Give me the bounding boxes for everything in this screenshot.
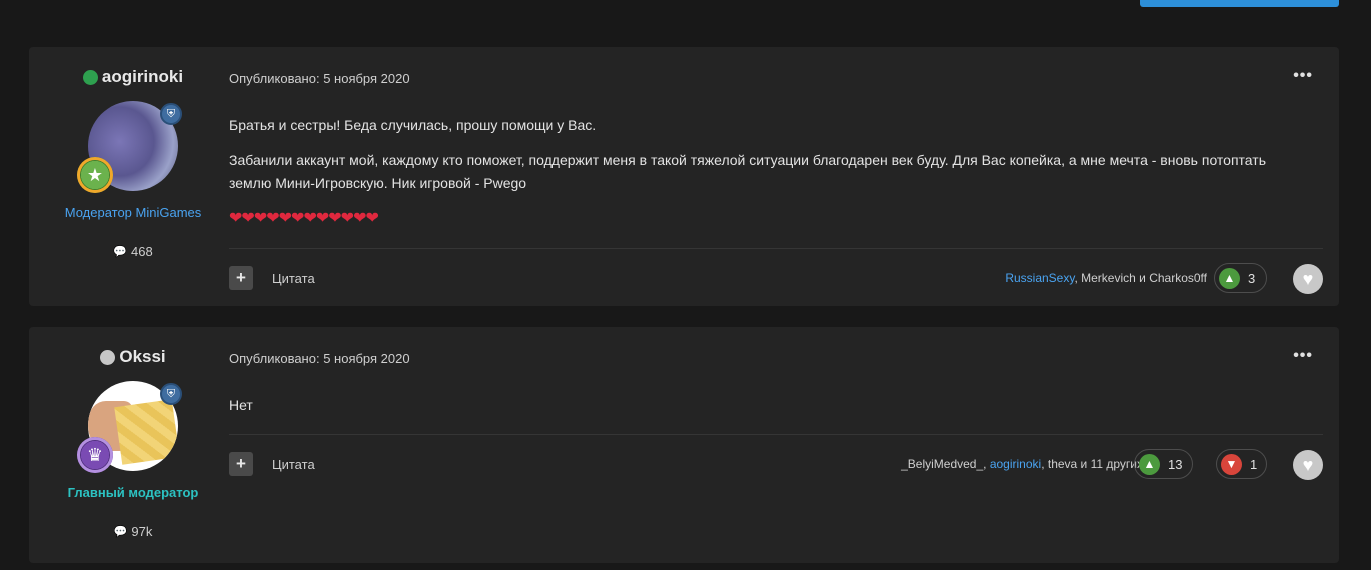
arrow-up-icon: ▲ [1219, 267, 1240, 289]
quote-button[interactable]: Цитата [272, 271, 315, 286]
comment-icon: 💬 [113, 526, 128, 538]
arrow-down-icon: ▼ [1221, 453, 1242, 475]
author-post-count: 💬 468 [29, 244, 237, 259]
upvote-button[interactable]: ▲ 13 [1134, 449, 1193, 479]
hearts-row: ❤❤❤❤❤❤❤❤❤❤❤❤ [229, 210, 379, 227]
reactor-prefix[interactable]: _BelyiMedved_, [901, 457, 990, 471]
reactors-rest[interactable]: , Merkevich и Charkos0ff [1074, 271, 1207, 285]
upvote-count: 3 [1248, 270, 1256, 286]
author-role: Модератор MiniGames [64, 205, 202, 220]
reactor-link[interactable]: RussianSexy [1005, 271, 1074, 285]
arrow-up-icon: ▲ [1139, 453, 1160, 475]
post-paragraph: Нет [229, 397, 253, 413]
crown-icon: ♛ [77, 437, 113, 473]
post-count-value: 97k [131, 524, 153, 539]
forum-post: aogirinoki ⛨ ★ Модератор MiniGames 💬 468… [29, 47, 1339, 306]
reactor-link[interactable]: aogirinoki [990, 457, 1041, 471]
star-icon: ★ [77, 157, 113, 193]
heart-icon[interactable]: ♥ [1293, 450, 1323, 480]
divider [229, 248, 1323, 249]
post-count-value: 468 [131, 244, 153, 259]
more-options-icon[interactable]: ••• [1293, 347, 1313, 365]
post-paragraph: Забанили аккаунт мой, каждому кто поможе… [229, 152, 1266, 191]
post-date[interactable]: Опубликовано: 5 ноября 2020 [229, 71, 410, 86]
post-footer: + Цитата RussianSexy, Merkevich и Charko… [229, 263, 1323, 294]
post-footer: + Цитата _BelyiMedved_, aogirinoki, thev… [229, 449, 1323, 480]
post-paragraph: Братья и сестры! Беда случилась, прошу п… [229, 117, 597, 133]
post-date[interactable]: Опубликовано: 5 ноября 2020 [229, 351, 410, 366]
post-content: Братья и сестры! Беда случилась, прошу п… [229, 114, 1309, 242]
offline-status-icon [100, 349, 116, 365]
reactors-rest[interactable]: , theva и 11 других [1041, 457, 1143, 471]
post-content: Нет [229, 394, 1309, 429]
author-name-row[interactable]: aogirinoki [29, 67, 237, 87]
online-status-icon [82, 69, 98, 85]
reactors-list: RussianSexy, Merkevich и Charkos0ff [1005, 271, 1207, 285]
downvote-count: 1 [1250, 456, 1258, 472]
upvote-button[interactable]: ▲ 3 [1214, 263, 1267, 293]
comment-icon: 💬 [113, 246, 127, 258]
shield-icon: ⛨ [160, 103, 182, 125]
divider [229, 434, 1323, 435]
downvote-button[interactable]: ▼ 1 [1216, 449, 1267, 479]
reactors-list: _BelyiMedved_, aogirinoki, theva и 11 др… [901, 457, 1143, 471]
forum-post: Okssi ⛨ ♛ Главный модератор 💬 97k Опубли… [29, 327, 1339, 563]
plus-icon[interactable]: + [229, 266, 253, 290]
plus-icon[interactable]: + [229, 452, 253, 476]
quote-button[interactable]: Цитата [272, 457, 315, 472]
heart-icon[interactable]: ♥ [1293, 264, 1323, 294]
author-post-count: 💬 97k [29, 524, 237, 539]
avatar-block [114, 399, 178, 465]
author-name[interactable]: Okssi [119, 347, 165, 367]
shield-icon: ⛨ [160, 383, 182, 405]
author-name-row[interactable]: Okssi [29, 347, 237, 367]
top-action-button[interactable] [1140, 0, 1339, 7]
more-options-icon[interactable]: ••• [1293, 67, 1313, 85]
author-role: Главный модератор [67, 485, 199, 500]
author-name[interactable]: aogirinoki [102, 67, 183, 87]
upvote-count: 13 [1168, 456, 1183, 472]
